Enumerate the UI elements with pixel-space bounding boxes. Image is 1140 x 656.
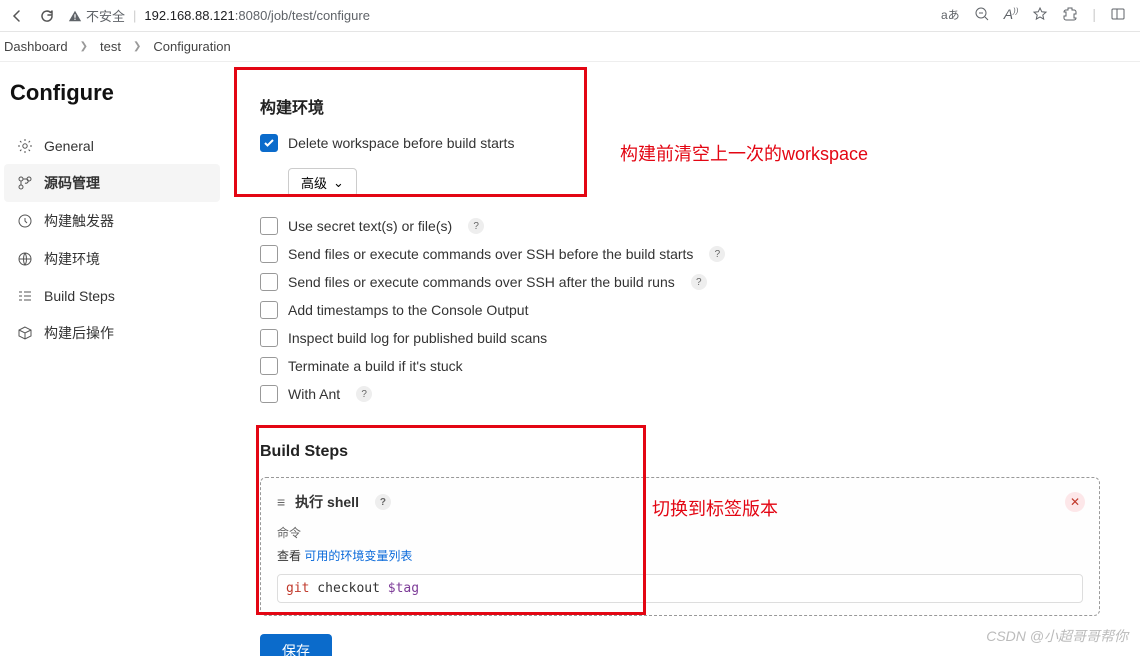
checkbox-icon[interactable] xyxy=(260,329,278,347)
branch-icon xyxy=(16,174,34,192)
sidebar: Configure General 源码管理 构建触发器 构建环境 Build … xyxy=(0,62,220,656)
extensions-icon[interactable] xyxy=(1062,6,1078,25)
checkbox-icon[interactable] xyxy=(260,301,278,319)
help-icon[interactable]: ? xyxy=(356,386,372,402)
chevron-down-icon: ⌄ xyxy=(333,175,344,191)
breadcrumb-item[interactable]: Dashboard xyxy=(4,39,68,54)
check-label: With Ant xyxy=(288,386,340,402)
sidebar-toggle-icon[interactable] xyxy=(1110,6,1126,25)
sidebar-item-build-steps[interactable]: Build Steps xyxy=(4,278,220,314)
checkbox-icon[interactable] xyxy=(260,245,278,263)
sidebar-item-triggers[interactable]: 构建触发器 xyxy=(4,202,220,240)
refresh-icon[interactable] xyxy=(38,7,56,25)
clock-icon xyxy=(16,212,34,230)
breadcrumb-item[interactable]: test xyxy=(100,39,121,54)
check-with-ant[interactable]: With Ant ? xyxy=(260,385,1116,403)
env-vars-hint: 查看 可用的环境变量列表 xyxy=(277,547,1083,564)
insecure-label: 不安全 xyxy=(86,6,125,25)
check-label: Use secret text(s) or file(s) xyxy=(288,218,452,234)
sidebar-item-post-build[interactable]: 构建后操作 xyxy=(4,314,220,352)
save-button[interactable]: 保存 xyxy=(260,634,332,656)
command-label: 命令 xyxy=(277,524,1083,541)
check-label: Send files or execute commands over SSH … xyxy=(288,274,675,290)
checkbox-icon[interactable] xyxy=(260,134,278,152)
checkbox-icon[interactable] xyxy=(260,357,278,375)
gear-icon xyxy=(16,137,34,155)
sidebar-item-label: General xyxy=(44,138,94,154)
zoom-out-icon[interactable] xyxy=(974,6,990,25)
breadcrumb: Dashboard ❯ test ❯ Configuration xyxy=(0,32,1140,62)
sidebar-item-label: Build Steps xyxy=(44,288,115,304)
url-text: 192.168.88.121:8080/job/test/configure xyxy=(144,8,370,23)
check-label: Send files or execute commands over SSH … xyxy=(288,246,693,262)
check-label: Terminate a build if it's stuck xyxy=(288,358,463,374)
build-env-title: 构建环境 xyxy=(260,94,1116,118)
check-ssh-after[interactable]: Send files or execute commands over SSH … xyxy=(260,273,1116,291)
help-icon[interactable]: ? xyxy=(468,218,484,234)
sidebar-item-label: 构建触发器 xyxy=(44,211,114,231)
sidebar-item-label: 源码管理 xyxy=(44,173,100,193)
step-title: 执行 shell xyxy=(295,492,359,512)
favorite-icon[interactable] xyxy=(1032,6,1048,25)
insecure-badge: 不安全 xyxy=(68,6,125,25)
read-aloud-icon[interactable]: A)) xyxy=(1004,6,1019,25)
env-vars-link[interactable]: 可用的环境变量列表 xyxy=(304,549,412,563)
breadcrumb-item[interactable]: Configuration xyxy=(153,39,230,54)
annotation-text: 构建前清空上一次的workspace xyxy=(620,140,868,166)
sidebar-item-env[interactable]: 构建环境 xyxy=(4,240,220,278)
chevron-right-icon: ❯ xyxy=(133,41,141,52)
help-icon[interactable]: ? xyxy=(691,274,707,290)
drag-handle-icon[interactable]: ≡ xyxy=(277,494,285,510)
check-inspect-log[interactable]: Inspect build log for published build sc… xyxy=(260,329,1116,347)
checkbox-icon[interactable] xyxy=(260,273,278,291)
address-bar[interactable]: 不安全 | 192.168.88.121:8080/job/test/confi… xyxy=(68,6,929,25)
check-label: Add timestamps to the Console Output xyxy=(288,302,528,318)
help-icon[interactable]: ? xyxy=(709,246,725,262)
shell-command-input[interactable]: git checkout $tag xyxy=(277,574,1083,603)
build-steps-title: Build Steps xyxy=(260,443,1116,461)
check-secret[interactable]: Use secret text(s) or file(s) ? xyxy=(260,217,1116,235)
sidebar-item-scm[interactable]: 源码管理 xyxy=(4,164,220,202)
steps-icon xyxy=(16,287,34,305)
check-terminate[interactable]: Terminate a build if it's stuck xyxy=(260,357,1116,375)
page-title: Configure xyxy=(10,80,220,106)
sidebar-item-general[interactable]: General xyxy=(4,128,220,164)
remove-step-button[interactable]: ✕ xyxy=(1065,492,1085,512)
sidebar-item-label: 构建后操作 xyxy=(44,323,114,343)
globe-icon xyxy=(16,250,34,268)
advanced-button[interactable]: 高级 ⌄ xyxy=(288,168,357,197)
help-icon[interactable]: ? xyxy=(375,494,391,510)
back-icon[interactable] xyxy=(8,7,26,25)
checkbox-icon[interactable] xyxy=(260,385,278,403)
check-label: Inspect build log for published build sc… xyxy=(288,330,547,346)
translate-icon[interactable]: aあ xyxy=(941,6,960,25)
annotation-text: 切换到标签版本 xyxy=(652,495,778,521)
browser-toolbar: 不安全 | 192.168.88.121:8080/job/test/confi… xyxy=(0,0,1140,32)
checkbox-icon[interactable] xyxy=(260,217,278,235)
sidebar-item-label: 构建环境 xyxy=(44,249,100,269)
check-timestamps[interactable]: Add timestamps to the Console Output xyxy=(260,301,1116,319)
check-label: Delete workspace before build starts xyxy=(288,135,514,151)
check-ssh-before[interactable]: Send files or execute commands over SSH … xyxy=(260,245,1116,263)
package-icon xyxy=(16,324,34,342)
chevron-right-icon: ❯ xyxy=(80,41,88,52)
